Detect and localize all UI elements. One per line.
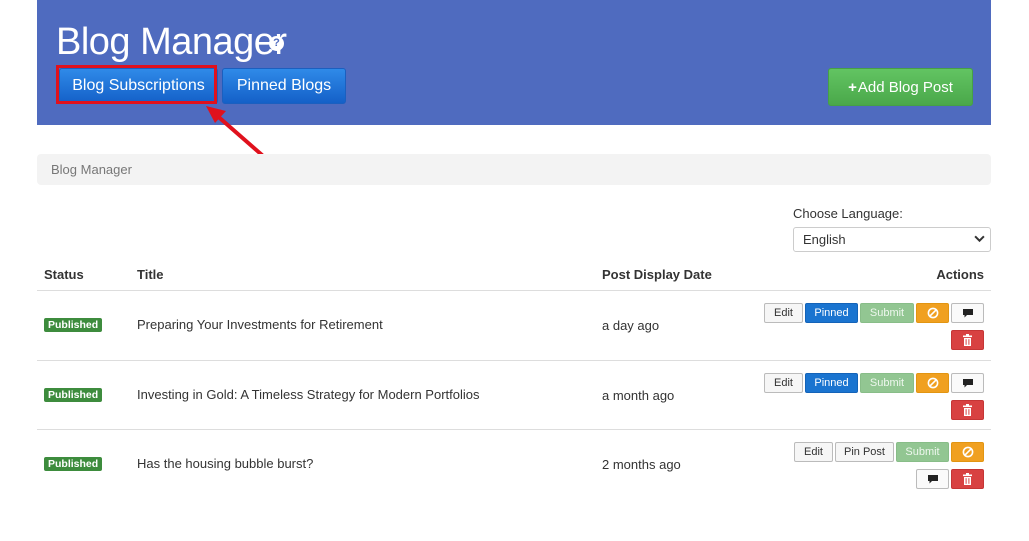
delete-button[interactable]: [951, 469, 984, 489]
comments-button[interactable]: [916, 469, 949, 489]
ban-icon: [927, 307, 938, 319]
unpublish-button[interactable]: [916, 303, 949, 323]
post-title[interactable]: Investing in Gold: A Timeless Strategy f…: [137, 387, 480, 402]
edit-button[interactable]: Edit: [764, 373, 803, 393]
help-icon[interactable]: ?: [269, 36, 284, 51]
post-date: a day ago: [602, 318, 660, 333]
status-badge: Published: [44, 318, 103, 332]
comments-button[interactable]: [951, 303, 984, 323]
delete-button[interactable]: [951, 400, 984, 420]
post-date: a month ago: [602, 388, 675, 403]
add-blog-post-label: Add Blog Post: [857, 78, 953, 96]
chevron-down-icon: [974, 233, 985, 247]
language-select[interactable]: English: [793, 227, 991, 252]
edit-button[interactable]: Edit: [794, 442, 833, 462]
submit-button[interactable]: Submit: [896, 442, 949, 462]
page-header: Blog Manager ? Blog Subscriptions Pinned…: [37, 0, 991, 125]
comment-icon: [962, 308, 973, 317]
edit-button[interactable]: Edit: [764, 303, 803, 323]
post-title[interactable]: Has the housing bubble burst?: [137, 456, 313, 471]
page-title: Blog Manager: [56, 21, 287, 63]
trash-icon: [963, 334, 972, 346]
column-header-status: Status: [44, 267, 84, 282]
breadcrumb-item: Blog Manager: [51, 162, 132, 177]
language-selected-value: English: [803, 232, 846, 247]
column-header-date: Post Display Date: [602, 267, 712, 282]
ban-icon: [927, 377, 938, 389]
unpublish-button[interactable]: [916, 373, 949, 393]
delete-button[interactable]: [951, 330, 984, 350]
post-date: 2 months ago: [602, 457, 681, 472]
comments-button[interactable]: [951, 373, 984, 393]
trash-icon: [963, 404, 972, 416]
status-badge: Published: [44, 457, 103, 471]
table-divider: [37, 290, 991, 291]
column-header-title: Title: [137, 267, 164, 282]
plus-icon: +: [848, 78, 857, 96]
ban-icon: [962, 446, 973, 458]
pin-post-button[interactable]: Pin Post: [835, 442, 894, 462]
status-badge: Published: [44, 388, 103, 402]
blog-subscriptions-button[interactable]: Blog Subscriptions: [59, 68, 218, 104]
breadcrumb: Blog Manager: [37, 154, 991, 185]
trash-icon: [963, 473, 972, 485]
pinned-button[interactable]: Pinned: [805, 303, 858, 323]
comment-icon: [962, 378, 973, 387]
submit-button[interactable]: Submit: [860, 303, 914, 323]
post-title[interactable]: Preparing Your Investments for Retiremen…: [137, 317, 383, 332]
comment-icon: [927, 474, 938, 483]
submit-button[interactable]: Submit: [860, 373, 914, 393]
language-label: Choose Language:: [793, 206, 903, 221]
pinned-button[interactable]: Pinned: [805, 373, 858, 393]
column-header-actions: Actions: [936, 267, 984, 282]
table-divider: [37, 360, 991, 361]
add-blog-post-button[interactable]: + Add Blog Post: [828, 68, 973, 106]
unpublish-button[interactable]: [951, 442, 984, 462]
table-divider: [37, 429, 991, 430]
